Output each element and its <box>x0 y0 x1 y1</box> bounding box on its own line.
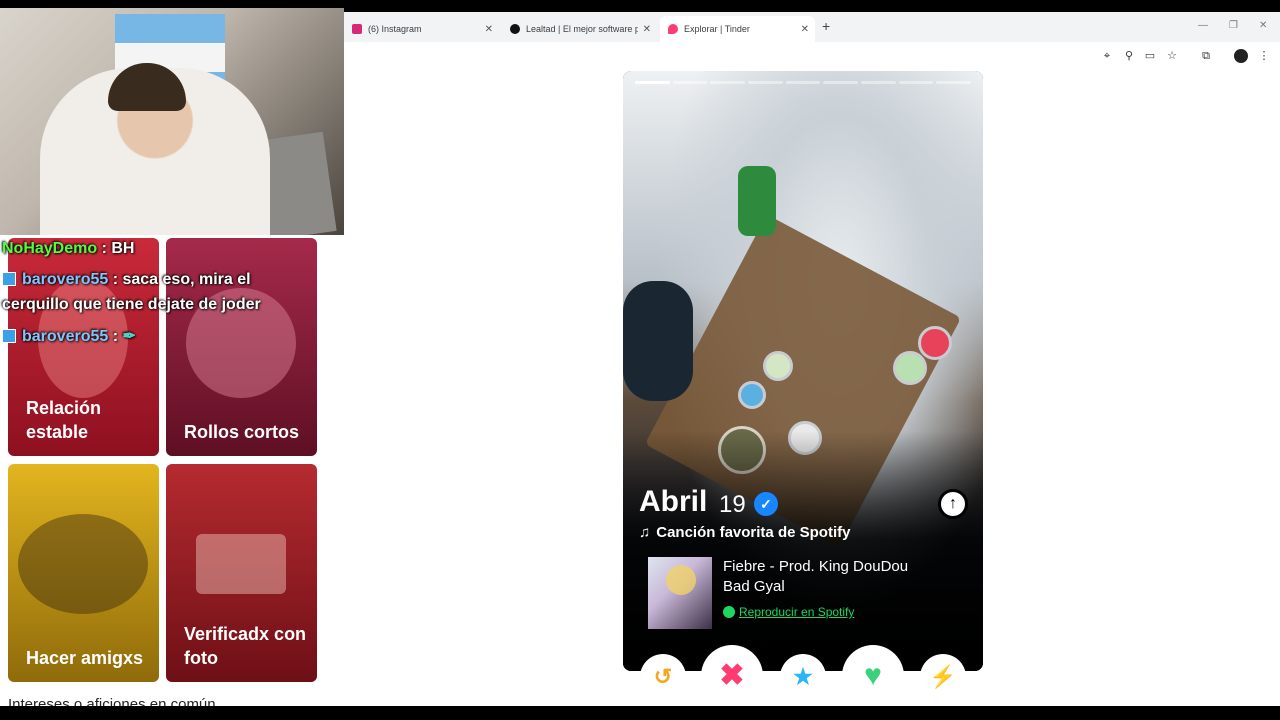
close-icon[interactable]: ✕ <box>801 24 809 35</box>
tab-lealtad[interactable]: Lealtad | El mejor software para ✕ <box>502 16 657 42</box>
card-title: Relación estable <box>26 398 102 442</box>
photo-progress-segment[interactable] <box>898 81 934 84</box>
chat-message: NoHayDemo : BH <box>2 240 134 258</box>
close-window-icon[interactable]: ✕ <box>1259 20 1267 31</box>
photo-progress-segment[interactable] <box>936 81 972 84</box>
tab-label: (6) Instagram <box>368 24 422 34</box>
card-illustration <box>18 514 148 614</box>
tab-instagram[interactable]: (6) Instagram ✕ <box>344 16 499 42</box>
chat-text: : BH <box>97 240 135 257</box>
tab-bar: (6) Instagram ✕ Lealtad | El mejor softw… <box>344 12 1280 42</box>
minimize-icon[interactable]: — <box>1198 20 1208 31</box>
bottom-bar <box>0 706 1280 720</box>
explore-card-hacer-amigxs[interactable]: Hacer amigxs <box>8 464 159 682</box>
chat-username: barovero55 <box>22 271 109 288</box>
browser-toolbar: ⌖ ⚲ ▭ ☆ ⧉ ⋮ <box>344 42 1280 70</box>
zoom-icon[interactable]: ⚲ <box>1122 49 1136 63</box>
chat-message-continued: cerquillo que tiene dejate de joder <box>2 296 261 314</box>
photo-bottle <box>738 166 776 236</box>
spotify-heading-text: Canción favorita de Spotify <box>656 524 851 541</box>
heart-icon: ♥ <box>864 659 882 692</box>
tab-label: Explorar | Tinder <box>684 24 750 34</box>
location-icon[interactable]: ⌖ <box>1100 49 1114 63</box>
card-illustration <box>196 534 286 594</box>
profile-name: Abril <box>639 485 708 518</box>
photo-progress-segment[interactable] <box>785 81 821 84</box>
close-icon[interactable]: ✕ <box>643 24 651 35</box>
tinder-icon <box>668 24 678 34</box>
spotify-icon <box>723 606 735 618</box>
photo-progress-segment[interactable] <box>635 81 670 84</box>
explore-card-verificadx[interactable]: Verificadx con foto <box>166 464 317 682</box>
photo-progress-segment[interactable] <box>748 81 783 84</box>
photo-shade <box>623 431 983 671</box>
photo-can <box>738 381 766 409</box>
tab-label: Lealtad | El mejor software para <box>526 24 638 34</box>
profile-avatar-icon[interactable] <box>1234 49 1248 63</box>
song-info: Fiebre - Prod. King DouDou Bad Gyal <box>723 557 908 597</box>
extensions-icon[interactable]: ⧉ <box>1199 49 1213 63</box>
song-artist: Bad Gyal <box>723 578 785 595</box>
chat-text: cerquillo que tiene dejate de joder <box>2 296 261 313</box>
chat-username: NoHayDemo <box>2 240 98 257</box>
photo-progress-segment[interactable] <box>710 81 746 84</box>
cast-icon[interactable]: ▭ <box>1143 49 1157 63</box>
play-on-spotify-link[interactable]: Reproducir en Spotify <box>723 605 854 619</box>
like-button[interactable]: ♥ <box>842 645 904 707</box>
bookmark-star-icon[interactable]: ☆ <box>1165 49 1179 63</box>
chat-text: : saca eso, mira el <box>108 271 251 288</box>
lightning-icon: ⚡ <box>929 664 957 689</box>
photo-progress-segment[interactable] <box>861 81 896 84</box>
chat-message: barovero55 : ✒ <box>2 326 136 346</box>
chat-message: barovero55 : saca eso, mira el <box>2 271 251 289</box>
photo-can <box>918 326 952 360</box>
rewind-icon: ↺ <box>653 664 673 689</box>
verified-badge-icon: ✓ <box>754 492 778 516</box>
photo-progress <box>635 81 972 85</box>
nope-button[interactable]: ✖ <box>701 645 763 707</box>
card-title: Verificadx con foto <box>184 624 307 668</box>
action-bar: ↺ ✖ ★ ♥ ⚡ <box>623 645 983 707</box>
tab-tinder[interactable]: Explorar | Tinder ✕ <box>660 16 815 42</box>
photo-progress-segment[interactable] <box>672 81 708 84</box>
webcam-overlay <box>0 8 344 235</box>
card-title: Hacer amigxs <box>26 648 144 668</box>
spotify-heading: ♫ Canción favorita de Spotify <box>639 524 850 541</box>
star-icon: ★ <box>793 664 813 689</box>
music-note-icon: ♫ <box>639 524 651 541</box>
photo-progress-segment[interactable] <box>823 81 859 84</box>
song-title: Fiebre - Prod. King DouDou <box>723 558 909 575</box>
boost-button[interactable]: ⚡ <box>920 654 966 700</box>
menu-kebab-icon[interactable]: ⋮ <box>1257 49 1271 63</box>
super-like-button[interactable]: ★ <box>780 654 826 700</box>
chat-badge-icon <box>2 329 16 343</box>
photo-thermos <box>623 281 693 401</box>
rewind-button[interactable]: ↺ <box>640 654 686 700</box>
new-tab-icon[interactable]: + <box>822 18 830 34</box>
instagram-icon <box>352 24 362 34</box>
photo-can <box>893 351 927 385</box>
chat-badge-icon <box>2 272 16 286</box>
chat-username: barovero55 <box>22 328 109 345</box>
lealtad-icon <box>510 24 520 34</box>
restore-icon[interactable]: ❐ <box>1229 20 1238 31</box>
profile-card[interactable]: Abril 19 ✓ ↑ ♫ Canción favorita de Spotif… <box>623 71 983 671</box>
chat-text: : <box>108 328 123 345</box>
profile-age: 19 <box>719 491 746 518</box>
photo-can <box>763 351 793 381</box>
card-title: Rollos cortos <box>184 422 300 442</box>
close-icon[interactable]: ✕ <box>485 24 493 35</box>
feather-emote-icon: ✒ <box>122 328 136 345</box>
album-cover <box>648 557 712 629</box>
x-icon: ✖ <box>719 659 745 692</box>
play-label: Reproducir en Spotify <box>739 605 855 619</box>
screen: (6) Instagram ✕ Lealtad | El mejor softw… <box>0 0 1280 720</box>
open-profile-button[interactable]: ↑ <box>938 489 968 519</box>
